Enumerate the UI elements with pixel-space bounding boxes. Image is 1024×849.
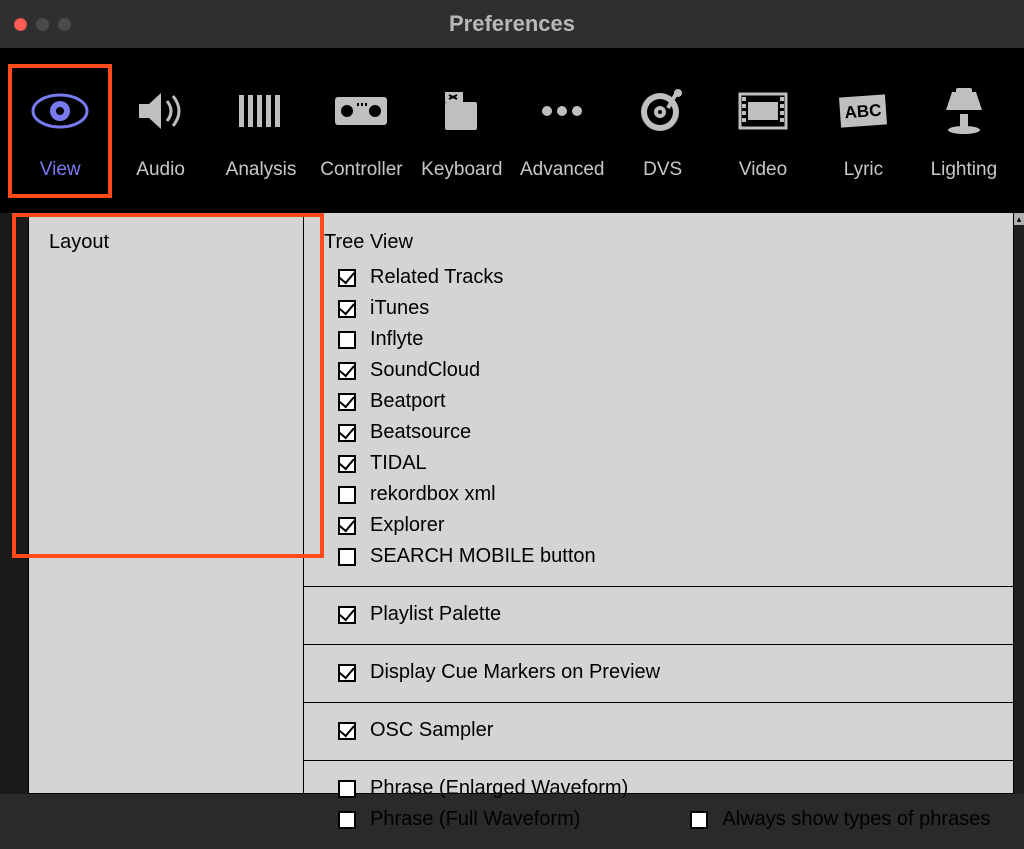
vinyl-icon <box>633 81 693 141</box>
checkbox-beatport[interactable] <box>338 393 356 411</box>
tab-lighting[interactable]: Lighting <box>914 66 1014 196</box>
window-title: Preferences <box>0 11 1024 37</box>
checkbox-rekordbox-xml[interactable] <box>338 486 356 504</box>
tab-lyric[interactable]: ABC Lyric <box>813 66 913 196</box>
options-column: Tree View Related Tracks iTunes Inflyte … <box>304 213 1013 793</box>
tab-label: DVS <box>643 159 682 181</box>
tab-video[interactable]: Video <box>713 66 813 196</box>
option-label: rekordbox xml <box>370 483 496 506</box>
tree-view-section: Tree View Related Tracks iTunes Inflyte … <box>304 213 1013 587</box>
checkbox-playlist-palette[interactable] <box>338 606 356 624</box>
checkbox-tidal[interactable] <box>338 455 356 473</box>
tab-label: Keyboard <box>421 159 502 181</box>
tab-label: View <box>40 159 81 181</box>
tab-keyboard[interactable]: Keyboard <box>412 66 512 196</box>
tab-label: Controller <box>320 159 402 181</box>
tab-label: Video <box>739 159 787 181</box>
cue-markers-section: Display Cue Markers on Preview <box>304 645 1013 703</box>
option-label: OSC Sampler <box>370 719 493 742</box>
checkbox-soundcloud[interactable] <box>338 362 356 380</box>
osc-sampler-section: OSC Sampler <box>304 703 1013 761</box>
tab-analysis[interactable]: Analysis <box>211 66 311 196</box>
eye-icon <box>30 81 90 141</box>
preferences-toolbar: View Audio Analysis <box>0 48 1024 213</box>
checkbox-related-tracks[interactable] <box>338 269 356 287</box>
option-label: TIDAL <box>370 452 427 475</box>
option-label: Always show types of phrases <box>722 808 990 831</box>
tab-controller[interactable]: Controller <box>311 66 411 196</box>
dots-icon <box>532 81 592 141</box>
bars-icon <box>231 81 291 141</box>
option-label: Beatport <box>370 390 446 413</box>
checkbox-phrase-full[interactable] <box>338 811 356 829</box>
tab-view[interactable]: View <box>10 66 110 196</box>
option-label: SoundCloud <box>370 359 480 382</box>
tab-advanced[interactable]: Advanced <box>512 66 612 196</box>
minimize-window-button[interactable] <box>36 18 49 31</box>
checkbox-explorer[interactable] <box>338 517 356 535</box>
option-label: Explorer <box>370 514 444 537</box>
spotlight-icon <box>934 81 994 141</box>
window-controls <box>14 18 71 31</box>
tab-label: Advanced <box>520 159 605 181</box>
checkbox-beatsource[interactable] <box>338 424 356 442</box>
film-icon <box>733 81 793 141</box>
option-label: Playlist Palette <box>370 603 501 626</box>
playlist-palette-section: Playlist Palette <box>304 587 1013 645</box>
tree-view-title: Tree View <box>324 231 993 254</box>
checkbox-itunes[interactable] <box>338 300 356 318</box>
checkbox-search-mobile[interactable] <box>338 548 356 566</box>
checkbox-osc-sampler[interactable] <box>338 722 356 740</box>
controller-icon <box>331 81 391 141</box>
title-bar: Preferences <box>0 0 1024 48</box>
tab-dvs[interactable]: DVS <box>612 66 712 196</box>
option-label: Phrase (Full Waveform) <box>370 808 580 831</box>
section-heading-layout: Layout <box>49 231 283 254</box>
checkbox-cue-markers[interactable] <box>338 664 356 682</box>
phrase-section: Phrase (Enlarged Waveform) Phrase (Full … <box>304 761 1013 849</box>
checkbox-always-show-phrases[interactable] <box>690 811 708 829</box>
speaker-icon <box>131 81 191 141</box>
tab-label: Lighting <box>931 159 998 181</box>
tab-label: Lyric <box>844 159 883 181</box>
option-label: Phrase (Enlarged Waveform) <box>370 777 628 800</box>
vertical-scrollbar[interactable]: ▴ <box>1014 213 1024 794</box>
option-label: Related Tracks <box>370 266 503 289</box>
option-label: iTunes <box>370 297 429 320</box>
tab-label: Analysis <box>226 159 297 181</box>
option-label: Inflyte <box>370 328 423 351</box>
checkbox-phrase-enlarged[interactable] <box>338 780 356 798</box>
tab-label: Audio <box>136 159 185 181</box>
checkbox-inflyte[interactable] <box>338 331 356 349</box>
close-window-button[interactable] <box>14 18 27 31</box>
section-heading-column: Layout <box>29 213 304 793</box>
scroll-up-arrow[interactable]: ▴ <box>1014 213 1024 225</box>
layout-panel: Layout Tree View Related Tracks iTunes I… <box>28 213 1014 794</box>
zoom-window-button[interactable] <box>58 18 71 31</box>
option-label: Display Cue Markers on Preview <box>370 661 660 684</box>
option-label: Beatsource <box>370 421 471 444</box>
keyboard-icon <box>432 81 492 141</box>
tab-audio[interactable]: Audio <box>110 66 210 196</box>
option-label: SEARCH MOBILE button <box>370 545 596 568</box>
abc-icon: ABC <box>833 81 893 141</box>
svg-text:ABC: ABC <box>844 100 882 122</box>
content-area: Layout Tree View Related Tracks iTunes I… <box>0 213 1024 794</box>
